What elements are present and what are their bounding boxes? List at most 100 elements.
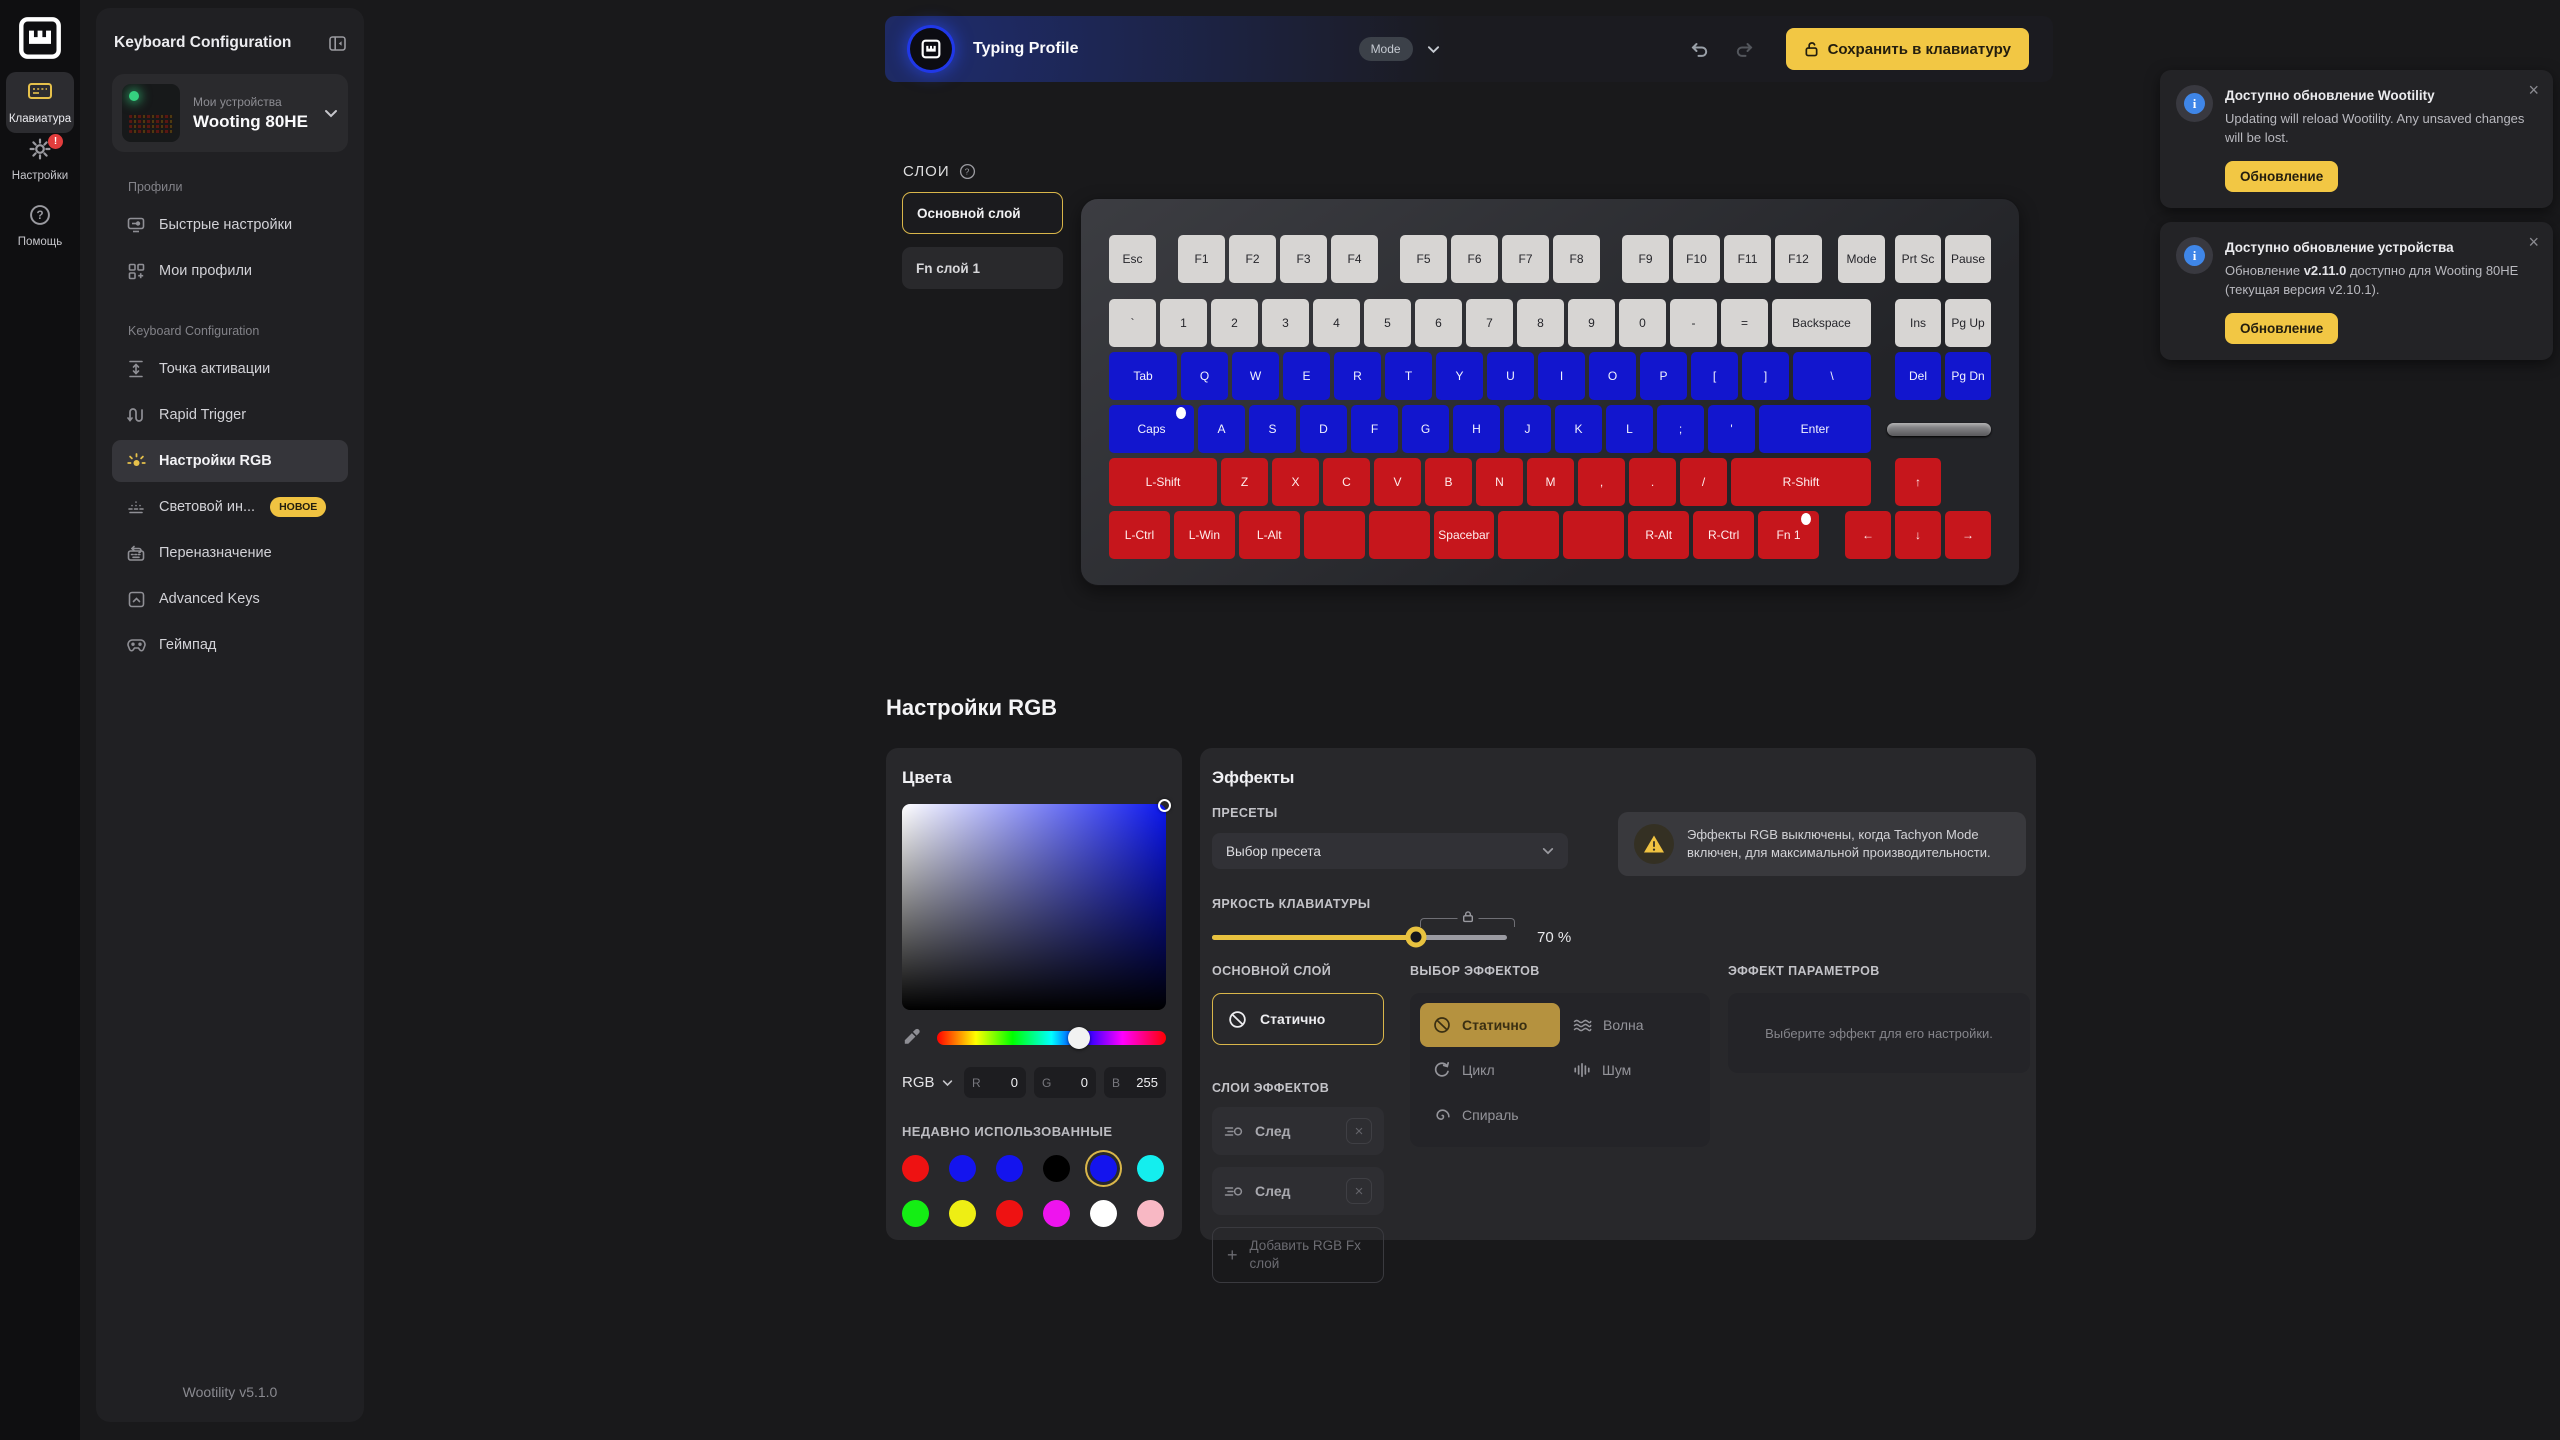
color-swatch[interactable] (996, 1200, 1023, 1227)
key-a[interactable]: A (1198, 405, 1245, 453)
remove-fx-layer-icon[interactable]: × (1346, 1118, 1372, 1144)
key-enter[interactable]: Enter (1759, 405, 1871, 453)
key-ins[interactable]: Ins (1895, 299, 1941, 347)
eyedropper-icon[interactable] (902, 1028, 921, 1047)
key-sym[interactable]: ↓ (1895, 511, 1941, 559)
saturation-value-picker[interactable] (902, 804, 1166, 1010)
effect-option-ban[interactable]: Статично (1420, 1003, 1560, 1047)
effect-option-cycle[interactable]: Цикл (1420, 1048, 1560, 1092)
preset-select[interactable]: Выбор пресета (1212, 833, 1568, 869)
key-1[interactable]: 1 (1160, 299, 1207, 347)
key-s[interactable]: S (1249, 405, 1296, 453)
key-sym[interactable]: [ (1691, 352, 1738, 400)
key-z[interactable]: Z (1221, 458, 1268, 506)
key-mode[interactable]: Mode (1838, 235, 1885, 283)
key-7[interactable]: 7 (1466, 299, 1513, 347)
key-j[interactable]: J (1504, 405, 1551, 453)
color-swatch[interactable] (1043, 1200, 1070, 1227)
key-n[interactable]: N (1476, 458, 1523, 506)
key-t[interactable]: T (1385, 352, 1432, 400)
device-selector[interactable]: Мои устройства Wooting 80HE (112, 74, 348, 152)
redo-icon[interactable] (1734, 41, 1754, 58)
profile-mode-chevron-icon[interactable] (1427, 45, 1440, 54)
key-6[interactable]: 6 (1415, 299, 1462, 347)
add-fx-layer-button[interactable]: + Добавить RGB Fx слой (1212, 1227, 1384, 1283)
key-f12[interactable]: F12 (1775, 235, 1822, 283)
key-caps[interactable]: Caps (1109, 405, 1194, 453)
key-r-ctrl[interactable]: R-Ctrl (1693, 511, 1754, 559)
channel-input-g[interactable]: G0 (1034, 1067, 1096, 1098)
key-v[interactable]: V (1374, 458, 1421, 506)
color-swatch[interactable] (1137, 1200, 1164, 1227)
rail-item-keyboard[interactable]: Клавиатура (6, 72, 74, 133)
close-icon[interactable]: × (2528, 80, 2539, 101)
sidebar-item-rgb-settings[interactable]: Настройки RGB (112, 440, 348, 482)
key-blank[interactable] (1498, 511, 1559, 559)
color-swatch[interactable] (949, 1200, 976, 1227)
key-5[interactable]: 5 (1364, 299, 1411, 347)
key-f5[interactable]: F5 (1400, 235, 1447, 283)
key-fn-1[interactable]: Fn 1 (1758, 511, 1819, 559)
key-spacebar[interactable]: Spacebar (1434, 511, 1495, 559)
remove-fx-layer-icon[interactable]: × (1346, 1178, 1372, 1204)
key-sym[interactable]: = (1721, 299, 1768, 347)
key-pg-up[interactable]: Pg Up (1945, 299, 1991, 347)
key-blank[interactable] (1369, 511, 1430, 559)
key-sym[interactable]: → (1945, 511, 1991, 559)
color-swatch[interactable] (1090, 1200, 1117, 1227)
key-m[interactable]: M (1527, 458, 1574, 506)
sidebar-item-quick-settings[interactable]: Быстрые настройки (112, 204, 348, 246)
key-sym[interactable]: ↑ (1895, 458, 1941, 506)
key-sym[interactable]: ] (1742, 352, 1789, 400)
key-w[interactable]: W (1232, 352, 1279, 400)
key-x[interactable]: X (1272, 458, 1319, 506)
effect-option-noise[interactable]: Шум (1560, 1048, 1700, 1092)
key-sym[interactable]: / (1680, 458, 1727, 506)
key-o[interactable]: O (1589, 352, 1636, 400)
key-4[interactable]: 4 (1313, 299, 1360, 347)
key-blank[interactable] (1304, 511, 1365, 559)
key-pause[interactable]: Pause (1945, 235, 1991, 283)
key-l[interactable]: L (1606, 405, 1653, 453)
key-f8[interactable]: F8 (1553, 235, 1600, 283)
key-r[interactable]: R (1334, 352, 1381, 400)
key-f4[interactable]: F4 (1331, 235, 1378, 283)
collapse-sidebar-icon[interactable] (329, 36, 346, 51)
key-f[interactable]: F (1351, 405, 1398, 453)
key-p[interactable]: P (1640, 352, 1687, 400)
sidebar-item-light-indicator[interactable]: Световой ин... НОВОЕ (112, 486, 348, 528)
key-l-ctrl[interactable]: L-Ctrl (1109, 511, 1170, 559)
key-d[interactable]: D (1300, 405, 1347, 453)
key-9[interactable]: 9 (1568, 299, 1615, 347)
fx-layer-chip[interactable]: След× (1212, 1107, 1384, 1155)
channel-input-b[interactable]: B255 (1104, 1067, 1166, 1098)
sidebar-item-my-profiles[interactable]: Мои профили (112, 250, 348, 292)
sidebar-item-actuation-point[interactable]: Точка активации (112, 348, 348, 390)
lock-icon[interactable] (1457, 910, 1478, 923)
key-f7[interactable]: F7 (1502, 235, 1549, 283)
key-sym[interactable]: ; (1657, 405, 1704, 453)
layer-button-fn1[interactable]: Fn слой 1 (902, 247, 1063, 289)
key-y[interactable]: Y (1436, 352, 1483, 400)
save-to-keyboard-button[interactable]: Сохранить в клавиатуру (1786, 28, 2029, 70)
layers-help-icon[interactable]: ? (959, 163, 976, 180)
sidebar-item-gamepad[interactable]: Геймпад (112, 624, 348, 666)
mode-badge[interactable]: Mode (1359, 37, 1413, 61)
color-swatch[interactable] (996, 1155, 1023, 1182)
key-blank[interactable] (1563, 511, 1624, 559)
key-3[interactable]: 3 (1262, 299, 1309, 347)
key-u[interactable]: U (1487, 352, 1534, 400)
key-0[interactable]: 0 (1619, 299, 1666, 347)
color-swatch[interactable] (902, 1155, 929, 1182)
update-button[interactable]: Обновление (2225, 313, 2338, 344)
key-sym[interactable]: - (1670, 299, 1717, 347)
key-sym[interactable]: \ (1793, 352, 1871, 400)
color-swatch[interactable] (902, 1200, 929, 1227)
hue-slider-thumb[interactable] (1068, 1027, 1090, 1049)
layer-button-main[interactable]: Основной слой (902, 192, 1063, 234)
key-e[interactable]: E (1283, 352, 1330, 400)
key-esc[interactable]: Esc (1109, 235, 1156, 283)
sidebar-item-advanced-keys[interactable]: Advanced Keys (112, 578, 348, 620)
key-r-alt[interactable]: R-Alt (1628, 511, 1689, 559)
color-swatch[interactable] (1137, 1155, 1164, 1182)
